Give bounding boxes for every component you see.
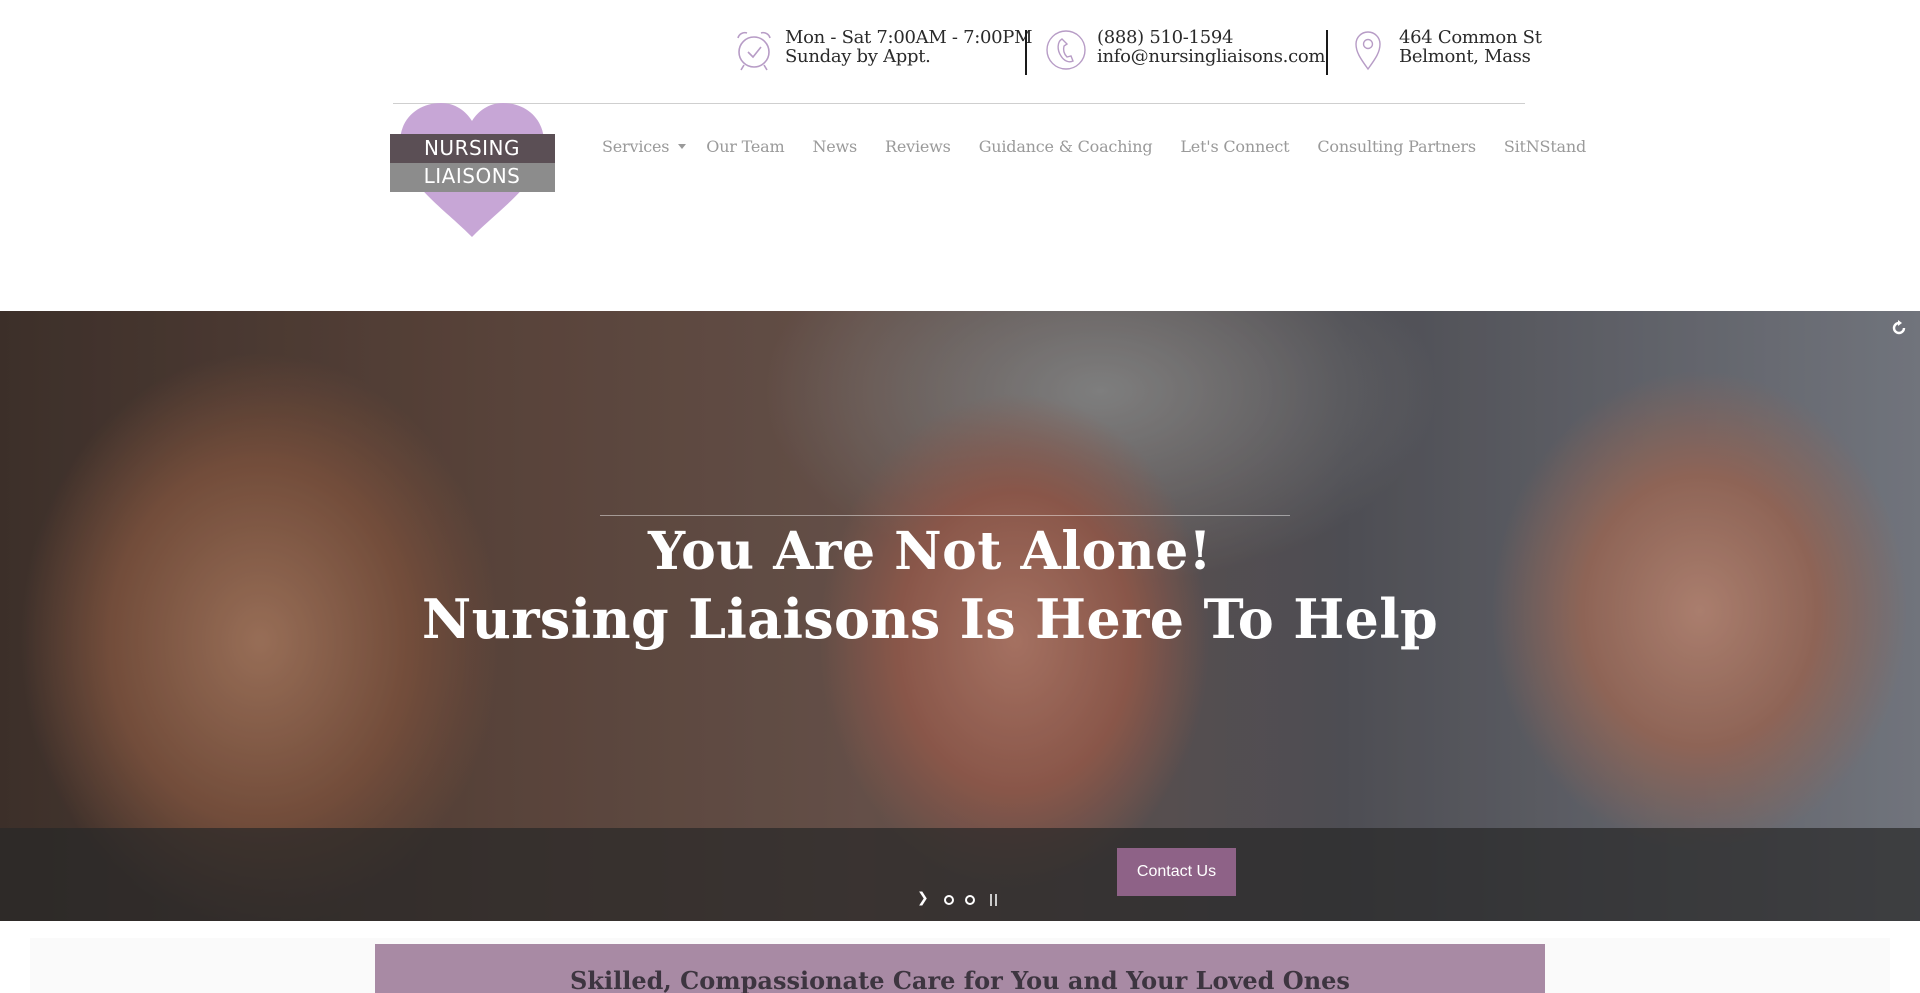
intro-banner-title: Skilled, Compassionate Care for You and …	[570, 966, 1350, 993]
hero-subtitle: Nursing Liaisons Is Here To Help	[421, 587, 1439, 651]
site-logo[interactable]: NURSING LIAISONS	[389, 101, 557, 239]
contact-phone: (888) 510-1594 info@nursingliaisons.com	[1045, 28, 1325, 72]
phone-icon	[1046, 30, 1086, 70]
contact-us-button[interactable]: Contact Us	[1117, 848, 1236, 896]
caret-down-icon	[678, 144, 687, 149]
logo-text-nursing: NURSING	[423, 136, 521, 160]
hours-line-2: Sunday by Appt.	[785, 46, 931, 67]
contact-address: 464 Common St Belmont, Mass	[1347, 28, 1542, 72]
nav-item-guidance-coaching[interactable]: Guidance & Coaching	[979, 137, 1153, 156]
email-link[interactable]: info@nursingliaisons.com	[1097, 47, 1325, 66]
alarm-clock-icon	[737, 31, 771, 71]
contact-divider	[1025, 30, 1027, 75]
nav-item-sitnstand[interactable]: SitNStand	[1504, 137, 1586, 156]
hero-slider: You Are Not Alone! Nursing Liaisons Is H…	[0, 311, 1920, 921]
main-nav: Services Our Team News Reviews Guidance …	[602, 137, 1586, 156]
nav-item-reviews[interactable]: Reviews	[885, 137, 951, 156]
nav-item-label: Reviews	[885, 137, 951, 156]
logo-text-liaisons: LIAISONS	[423, 164, 521, 188]
phone-number[interactable]: (888) 510-1594	[1097, 28, 1325, 47]
pause-icon[interactable]	[990, 894, 997, 906]
nav-item-lets-connect[interactable]: Let's Connect	[1180, 137, 1289, 156]
header-divider	[393, 103, 1525, 104]
intro-banner: Skilled, Compassionate Care for You and …	[375, 944, 1545, 993]
nav-item-label: Let's Connect	[1180, 137, 1290, 156]
hero-title: You Are Not Alone!	[648, 521, 1212, 582]
nav-item-label: Services	[602, 137, 670, 156]
slide-dot-1[interactable]	[944, 895, 954, 905]
nav-item-our-team[interactable]: Our Team	[706, 137, 784, 156]
slide-dot-2[interactable]	[965, 895, 975, 905]
hero-caption-bar	[0, 828, 1920, 921]
nav-item-label: SitNStand	[1503, 137, 1587, 156]
nav-item-services[interactable]: Services	[602, 137, 687, 156]
nav-item-label: Guidance & Coaching	[978, 137, 1153, 156]
hours-line-1: Mon - Sat 7:00AM - 7:00PM	[785, 27, 1033, 48]
nav-item-label: Consulting Partners	[1317, 137, 1476, 156]
contact-divider	[1326, 30, 1328, 75]
hero-divider	[600, 515, 1290, 516]
chevron-right-icon[interactable]: ❯	[917, 890, 929, 906]
nav-item-consulting-partners[interactable]: Consulting Partners	[1317, 137, 1476, 156]
nav-item-label: News	[812, 137, 858, 156]
map-pin-icon	[1355, 31, 1381, 71]
address-line-1: 464 Common St	[1399, 27, 1542, 48]
contact-hours: Mon - Sat 7:00AM - 7:00PM Sunday by Appt…	[733, 27, 1033, 72]
reload-icon[interactable]	[1890, 319, 1908, 337]
nav-item-news[interactable]: News	[812, 137, 857, 156]
address-line-2: Belmont, Mass	[1399, 46, 1531, 67]
nav-item-label: Our Team	[706, 137, 785, 156]
